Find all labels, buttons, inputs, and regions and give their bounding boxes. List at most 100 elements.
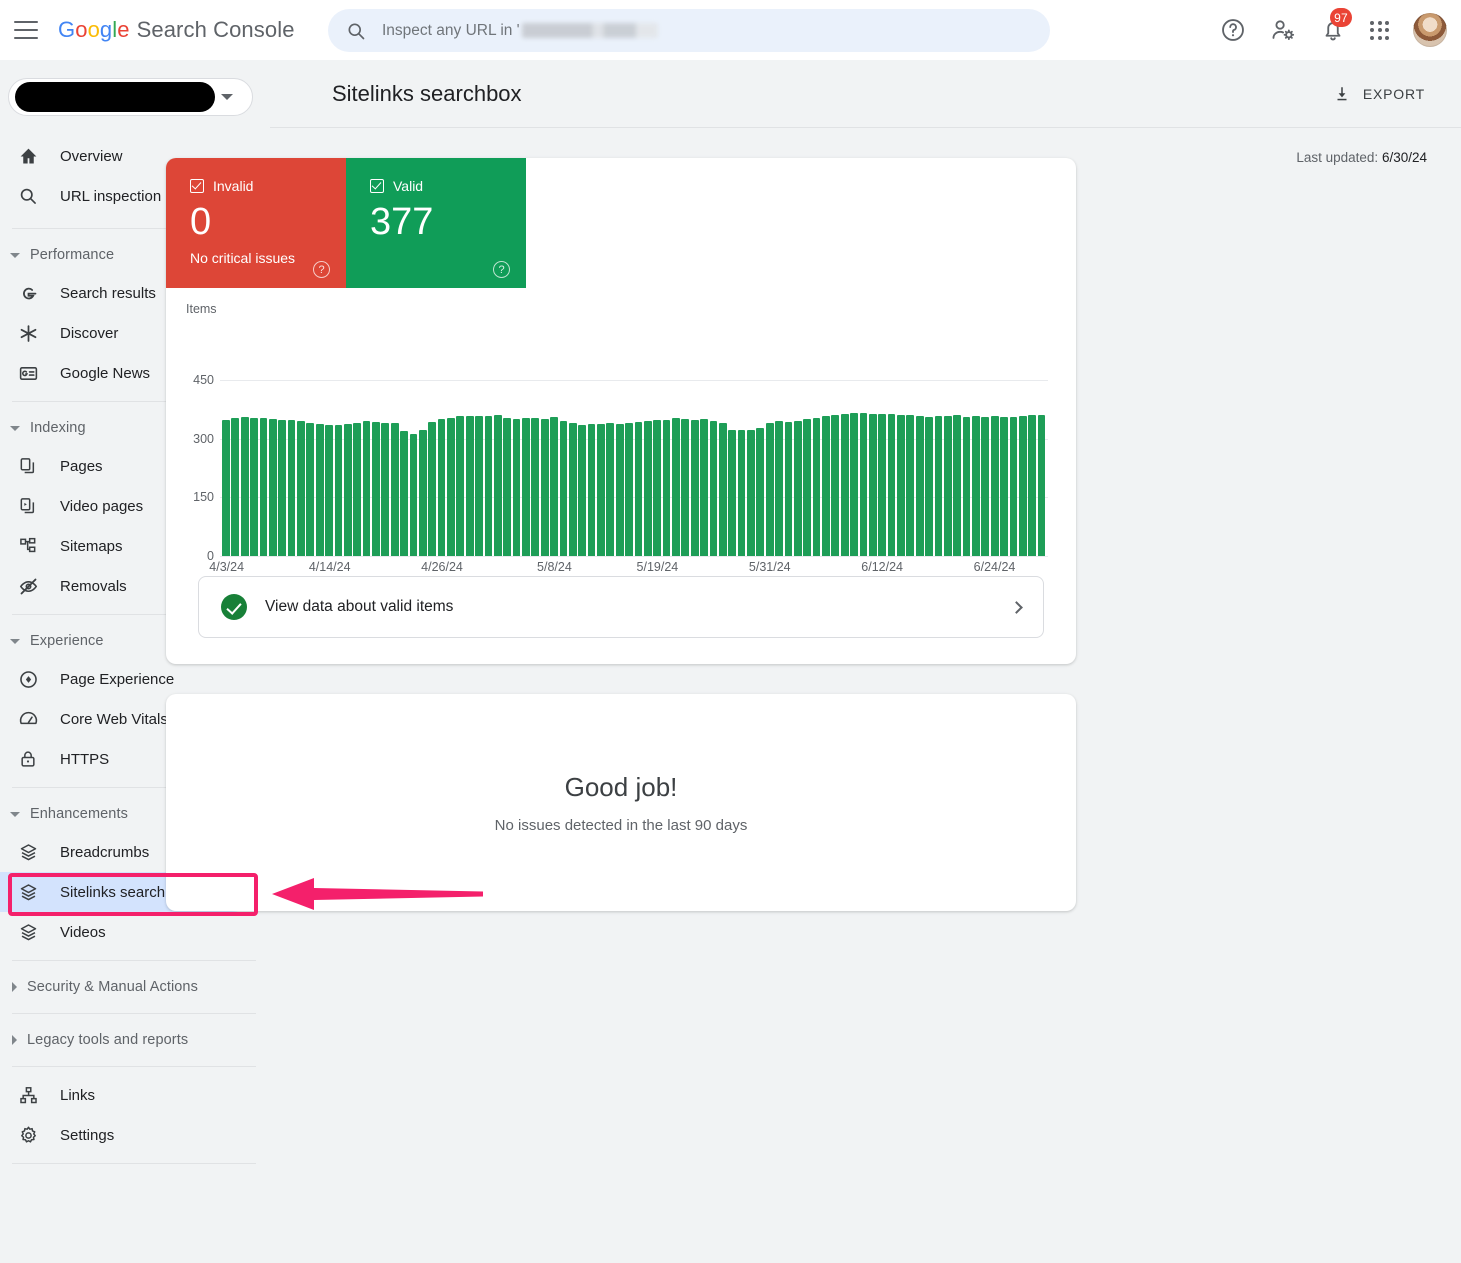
- sidebar-item-videos[interactable]: Videos: [0, 912, 252, 952]
- chart-bar[interactable]: [737, 430, 746, 556]
- chart-bar[interactable]: [643, 421, 652, 556]
- checkbox-icon[interactable]: [370, 179, 384, 193]
- chart-bar[interactable]: [456, 416, 465, 556]
- chart-bar[interactable]: [484, 416, 493, 556]
- chart-bar[interactable]: [709, 421, 718, 556]
- chart-bar[interactable]: [475, 415, 483, 556]
- chart-bar[interactable]: [362, 421, 371, 556]
- chart-bar[interactable]: [840, 414, 849, 556]
- chart-bar[interactable]: [315, 424, 324, 556]
- chart-bar[interactable]: [822, 416, 830, 556]
- chart-bar[interactable]: [831, 415, 840, 556]
- chart-bar[interactable]: [793, 421, 802, 556]
- sidebar-section-security-manual-actions[interactable]: Security & Manual Actions: [0, 969, 270, 1005]
- chart-bar[interactable]: [259, 418, 268, 556]
- chart-bar[interactable]: [728, 429, 737, 556]
- chart-bar[interactable]: [1037, 414, 1046, 556]
- sidebar-section-legacy-tools[interactable]: Legacy tools and reports: [0, 1022, 270, 1058]
- chart-bar[interactable]: [962, 416, 971, 556]
- sidebar-item-page-experience[interactable]: Page Experience: [0, 659, 252, 699]
- chart-bar[interactable]: [240, 417, 249, 556]
- chart-bar[interactable]: [653, 420, 662, 556]
- chart-bar[interactable]: [568, 423, 577, 556]
- chart-bar[interactable]: [690, 419, 699, 556]
- chart-bar[interactable]: [615, 424, 624, 556]
- chart-bar[interactable]: [897, 415, 905, 556]
- chart-bar[interactable]: [437, 419, 446, 556]
- chart-bar[interactable]: [503, 417, 512, 556]
- chart-bar[interactable]: [531, 418, 540, 556]
- chart-bar[interactable]: [803, 419, 812, 556]
- chart-bar[interactable]: [681, 419, 690, 556]
- chart-bar[interactable]: [268, 419, 277, 556]
- chart-bar[interactable]: [915, 415, 924, 556]
- chart-bar[interactable]: [756, 427, 765, 556]
- chart-bar[interactable]: [287, 420, 296, 556]
- url-inspection-search-bar[interactable]: Inspect any URL in ': [328, 9, 1050, 52]
- property-selector[interactable]: [8, 78, 253, 116]
- chart-bar[interactable]: [887, 414, 896, 556]
- chart-bar[interactable]: [325, 424, 333, 556]
- chart-bar[interactable]: [587, 423, 596, 556]
- chart-bar[interactable]: [550, 416, 558, 556]
- chart-bar[interactable]: [409, 433, 418, 556]
- chart-bar[interactable]: [747, 429, 755, 556]
- chart-bar[interactable]: [278, 420, 287, 556]
- chart-bar[interactable]: [953, 415, 962, 556]
- chart-bar[interactable]: [1028, 415, 1037, 556]
- chart-bar[interactable]: [878, 414, 887, 556]
- chart-bar[interactable]: [850, 412, 858, 556]
- chart-bar[interactable]: [943, 415, 952, 556]
- checkbox-icon[interactable]: [190, 179, 204, 193]
- chart-bar[interactable]: [559, 421, 568, 556]
- chart-bar[interactable]: [447, 417, 455, 556]
- chart-bar[interactable]: [925, 417, 933, 556]
- chart-bar[interactable]: [540, 419, 549, 556]
- chart-bar[interactable]: [343, 423, 352, 556]
- chart-bar[interactable]: [353, 422, 362, 556]
- chart-bar[interactable]: [868, 414, 877, 556]
- chart-bar[interactable]: [625, 423, 633, 556]
- chart-bar[interactable]: [718, 423, 727, 556]
- chart-bar[interactable]: [372, 421, 380, 556]
- chart-bar[interactable]: [700, 419, 708, 556]
- user-settings-icon[interactable]: [1270, 17, 1296, 43]
- chart-bar[interactable]: [400, 430, 408, 556]
- notifications-bell[interactable]: 97: [1320, 8, 1352, 43]
- chart-bar[interactable]: [512, 419, 521, 556]
- chart-bar[interactable]: [1009, 417, 1018, 556]
- chart-bar[interactable]: [306, 423, 315, 556]
- chart-bar[interactable]: [765, 423, 774, 556]
- chart-bar[interactable]: [381, 422, 390, 556]
- status-card-invalid[interactable]: Invalid 0 No critical issues ?: [166, 158, 346, 288]
- chart-bar[interactable]: [465, 416, 474, 556]
- help-circle-icon[interactable]: ?: [313, 261, 330, 278]
- chart-bar[interactable]: [428, 421, 437, 556]
- chart-bar[interactable]: [812, 417, 821, 556]
- chart-bar[interactable]: [784, 422, 793, 556]
- help-circle-icon[interactable]: ?: [493, 261, 510, 278]
- chart-bar[interactable]: [972, 416, 980, 556]
- chart-bar[interactable]: [906, 414, 915, 556]
- chart-bar[interactable]: [297, 421, 305, 556]
- chart-bar[interactable]: [418, 430, 427, 556]
- chart-bar[interactable]: [981, 416, 990, 556]
- chart-bar[interactable]: [606, 423, 615, 556]
- view-valid-items-row[interactable]: View data about valid items: [198, 576, 1044, 638]
- chart-bar[interactable]: [493, 415, 502, 556]
- chart-bar[interactable]: [934, 416, 943, 556]
- chart-bar[interactable]: [334, 424, 343, 556]
- status-card-valid[interactable]: Valid 377 ?: [346, 158, 526, 288]
- chart-bar[interactable]: [390, 422, 399, 556]
- sidebar-item-links[interactable]: Links: [0, 1075, 252, 1115]
- apps-grid-icon[interactable]: [1370, 20, 1389, 40]
- chart-bar[interactable]: [662, 419, 671, 556]
- chart-bar[interactable]: [231, 418, 240, 556]
- chart-bar[interactable]: [222, 419, 230, 556]
- user-avatar[interactable]: [1413, 13, 1447, 47]
- chart-bar[interactable]: [1018, 416, 1027, 556]
- chart-bar[interactable]: [578, 424, 587, 556]
- chart-bar[interactable]: [1000, 417, 1008, 556]
- chart-bar[interactable]: [250, 418, 258, 556]
- sidebar-item-settings[interactable]: Settings: [0, 1115, 252, 1155]
